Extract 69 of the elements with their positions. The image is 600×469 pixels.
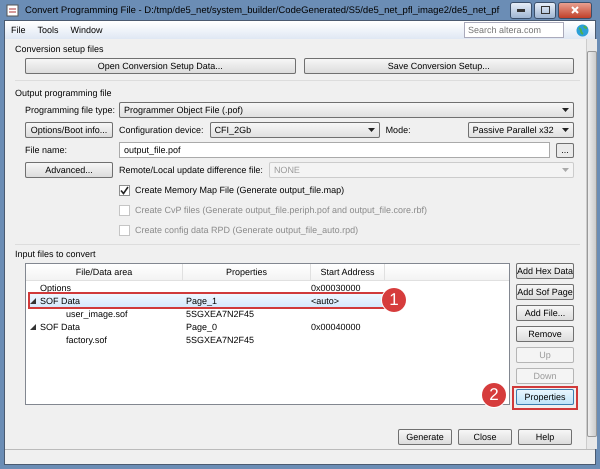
field-label: Configuration device: [119,125,204,135]
dialog-button[interactable]: Generate [398,429,452,445]
side-button[interactable]: Properties [516,389,574,405]
caret-icon [562,168,569,172]
globe-icon[interactable] [576,24,589,36]
column-header[interactable]: Properties [183,264,311,280]
close-icon [571,6,579,14]
side-button[interactable]: Add Hex Data [516,263,574,279]
side-button[interactable]: Remove [516,326,574,342]
file-name-field[interactable]: output_file.pof [119,142,550,158]
browse-button[interactable]: ... [556,142,574,158]
field-label: Programming file type: [25,105,113,115]
field-label: File name: [25,145,68,155]
advanced-button[interactable]: Advanced... [25,162,113,178]
options-button[interactable]: Options/Boot info... [25,122,113,138]
column-header[interactable]: File/Data area [26,264,183,280]
tree-row[interactable]: factory.sof 5SGXEA7N2F45 [30,333,386,346]
maximize-icon [540,6,550,14]
menu-item[interactable]: File [11,25,26,35]
setup-button[interactable]: Open Conversion Setup Data... [25,58,296,74]
checkbox-label: Create Memory Map File (Generate output_file.map) [135,185,344,195]
file-cell: Options [40,282,72,292]
file-type-dropdown[interactable]: Programmer Object File (.pof) [119,102,574,118]
side-button[interactable]: Add File... [516,305,574,321]
menu-item[interactable]: Window [70,25,103,35]
search-field[interactable]: Search altera.com [464,22,564,38]
close-button[interactable] [558,2,592,18]
mode-dropdown[interactable]: Passive Parallel x32 [468,122,574,138]
expanded-triangle-icon[interactable] [30,298,36,304]
maximize-button[interactable] [534,2,556,18]
properties-cell: 5SGXEA7N2F45 [186,334,254,344]
file-cell: SOF Data [40,322,80,332]
properties-cell: Page_0 [186,322,218,332]
properties-cell: 5SGXEA7N2F45 [186,308,254,318]
device-dropdown[interactable]: CFI_2Gb [210,122,380,138]
checkbox-label: Create CvP files (Generate output_file.periph.pof and output_file.core.rbf) [135,205,428,215]
app-icon [6,3,20,17]
properties-cell: Page_1 [186,296,218,306]
checkbox-label: Create config data RPD (Generate output_file_auto.rpd) [135,225,358,235]
address-cell: 0x00040000 [311,322,361,332]
field-label: Mode: [386,125,412,135]
field-label: Remote/Local update difference file: [119,165,263,175]
tree-row[interactable]: SOF Data Page_0 0x00040000 [30,320,386,333]
file-cell: user_image.sof [66,308,128,318]
highlight-frame [512,386,578,410]
window-title: Convert Programming File - D:/tmp/de5_net/system_builder/CodeGenerated/S5/de5_net_pfl_image2/de5_net_pf [25,4,500,16]
callout-number: 2 [482,383,506,407]
group-title: Output programming file [15,88,113,98]
menu-item[interactable]: Tools [38,25,59,35]
address-cell: <auto> [311,296,340,306]
callout-number: 1 [382,288,406,312]
caret-icon [368,128,375,132]
file-cell: SOF Data [40,296,80,306]
minimize-button[interactable] [510,2,532,18]
caret-icon [562,128,569,132]
dialog-button[interactable]: Close [458,429,512,445]
side-button[interactable]: Add Sof Page [516,284,574,300]
minimize-icon [517,8,525,12]
group-title: Conversion setup files [15,44,105,54]
address-cell: 0x00030000 [311,282,361,292]
caret-icon [562,108,569,112]
group-title: Input files to convert [15,249,97,259]
dialog-button[interactable]: Help [518,429,572,445]
setup-button[interactable]: Save Conversion Setup... [304,58,574,74]
checkbox[interactable] [119,184,130,196]
column-header[interactable]: Start Address [311,264,385,280]
file-cell: factory.sof [66,334,107,344]
expanded-triangle-icon[interactable] [30,324,36,330]
scrollbar[interactable] [586,39,597,449]
